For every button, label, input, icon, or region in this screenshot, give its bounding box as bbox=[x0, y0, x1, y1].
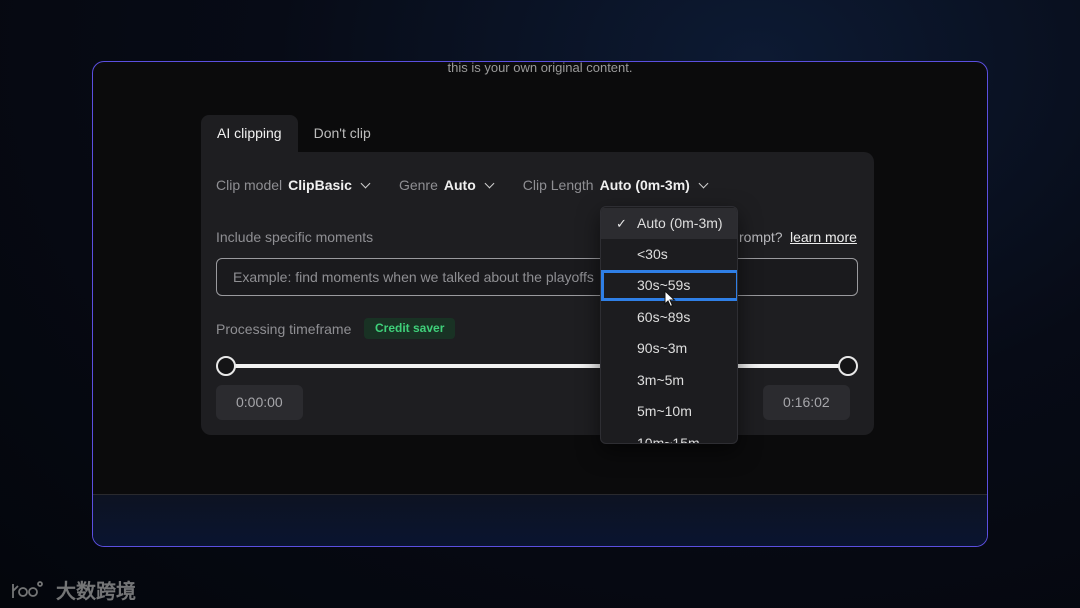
option-10m-15m[interactable]: 10m~15m bbox=[601, 428, 737, 444]
moments-label: Include specific moments bbox=[216, 229, 374, 245]
chevron-down-icon bbox=[360, 178, 371, 188]
watermark: 大数跨境 bbox=[10, 575, 136, 604]
range-end-handle[interactable] bbox=[838, 356, 858, 376]
option-90s-3m[interactable]: 90s~3m bbox=[601, 333, 737, 364]
option-label: 5m~10m bbox=[637, 403, 692, 419]
option-label: 3m~5m bbox=[637, 372, 685, 388]
learn-more-link[interactable]: learn more bbox=[790, 229, 857, 245]
genre-value: Auto bbox=[443, 177, 476, 193]
option-3m-5m[interactable]: 3m~5m bbox=[601, 365, 737, 396]
chevron-down-icon bbox=[698, 178, 709, 188]
range-start-handle[interactable] bbox=[216, 356, 236, 376]
check-icon: ✓ bbox=[616, 216, 627, 231]
moments-prompt-input[interactable] bbox=[216, 258, 858, 296]
watermark-logo-icon bbox=[12, 580, 43, 598]
end-time-field[interactable]: 0:16:02 bbox=[763, 385, 850, 420]
option-label: 60s~89s bbox=[637, 309, 691, 325]
frame-footer bbox=[93, 494, 987, 546]
option-label: Auto (0m-3m) bbox=[637, 215, 723, 231]
clip-length-dropdown: ✓ Auto (0m-3m) <30s 30s~59s 60s~89s 90s~… bbox=[600, 206, 738, 444]
clipping-settings-panel: Clip model ClipBasic Genre Auto Clip Len… bbox=[201, 152, 874, 435]
tab-dont-clip[interactable]: Don't clip bbox=[298, 115, 387, 152]
clip-length-label: Clip Length bbox=[522, 177, 594, 193]
timeframe-label: Processing timeframe bbox=[216, 321, 352, 337]
tab-ai-clipping[interactable]: AI clipping bbox=[201, 115, 298, 152]
option-label: <30s bbox=[637, 246, 668, 262]
option-label: 90s~3m bbox=[637, 340, 688, 356]
start-time-field[interactable]: 0:00:00 bbox=[216, 385, 303, 420]
prompt-question-text: rompt? bbox=[739, 229, 783, 245]
clip-model-value: ClipBasic bbox=[288, 177, 352, 193]
clip-length-select[interactable]: Clip Length Auto (0m-3m) bbox=[522, 177, 709, 193]
clip-model-select[interactable]: Clip model ClipBasic bbox=[216, 177, 371, 193]
mouse-cursor-icon bbox=[664, 290, 676, 308]
clip-length-value: Auto (0m-3m) bbox=[599, 177, 690, 193]
credit-saver-badge: Credit saver bbox=[364, 318, 456, 339]
option-under-30s[interactable]: <30s bbox=[601, 239, 737, 270]
chevron-down-icon bbox=[484, 178, 495, 188]
clipping-tabs: AI clipping Don't clip bbox=[201, 115, 387, 152]
option-auto[interactable]: ✓ Auto (0m-3m) bbox=[601, 208, 737, 239]
settings-row: Clip model ClipBasic Genre Auto Clip Len… bbox=[216, 177, 709, 193]
timeframe-slider-track[interactable] bbox=[226, 364, 848, 368]
option-label: 10m~15m bbox=[637, 435, 700, 444]
clip-model-label: Clip model bbox=[216, 177, 283, 193]
description-text: this is your own original content. bbox=[447, 61, 633, 75]
watermark-text: 大数跨境 bbox=[56, 581, 136, 603]
genre-label: Genre bbox=[398, 177, 438, 193]
option-5m-10m[interactable]: 5m~10m bbox=[601, 396, 737, 427]
app-frame: this is your own original content. AI cl… bbox=[92, 61, 988, 547]
genre-select[interactable]: Genre Auto bbox=[398, 177, 495, 193]
